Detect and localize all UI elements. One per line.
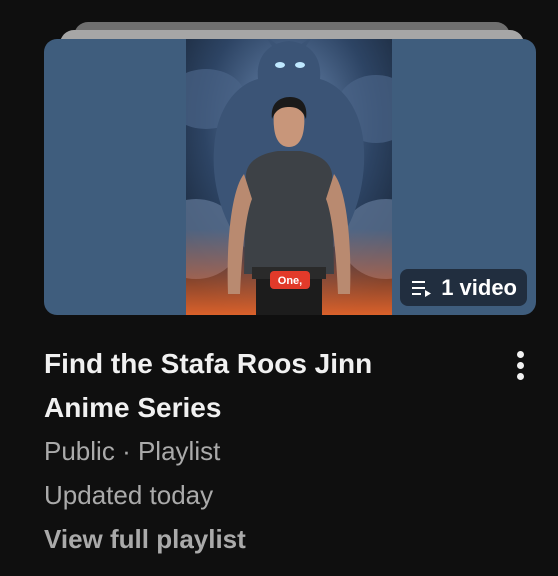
- updated-label: Updated today: [44, 480, 214, 510]
- view-full-playlist-link[interactable]: View full playlist: [44, 524, 246, 554]
- thumbnail-image: One,: [186, 39, 392, 315]
- playlist-type-label: Playlist: [137, 436, 221, 466]
- video-count-label: 1 video: [441, 274, 517, 300]
- video-count-badge: 1 video: [400, 269, 527, 306]
- playlist-title[interactable]: Find the Stafa Roos Jinn Anime Series: [44, 342, 444, 430]
- meta-separator: ·: [122, 436, 131, 466]
- playlist-thumbnail[interactable]: One, 1 video: [44, 39, 536, 315]
- playlist-visibility-type: Public · Playlist: [44, 436, 220, 466]
- more-vert-icon[interactable]: [506, 346, 534, 384]
- thumbnail-caption: One,: [278, 275, 302, 287]
- playlist-icon: [412, 280, 432, 297]
- visibility-label: Public: [44, 436, 115, 466]
